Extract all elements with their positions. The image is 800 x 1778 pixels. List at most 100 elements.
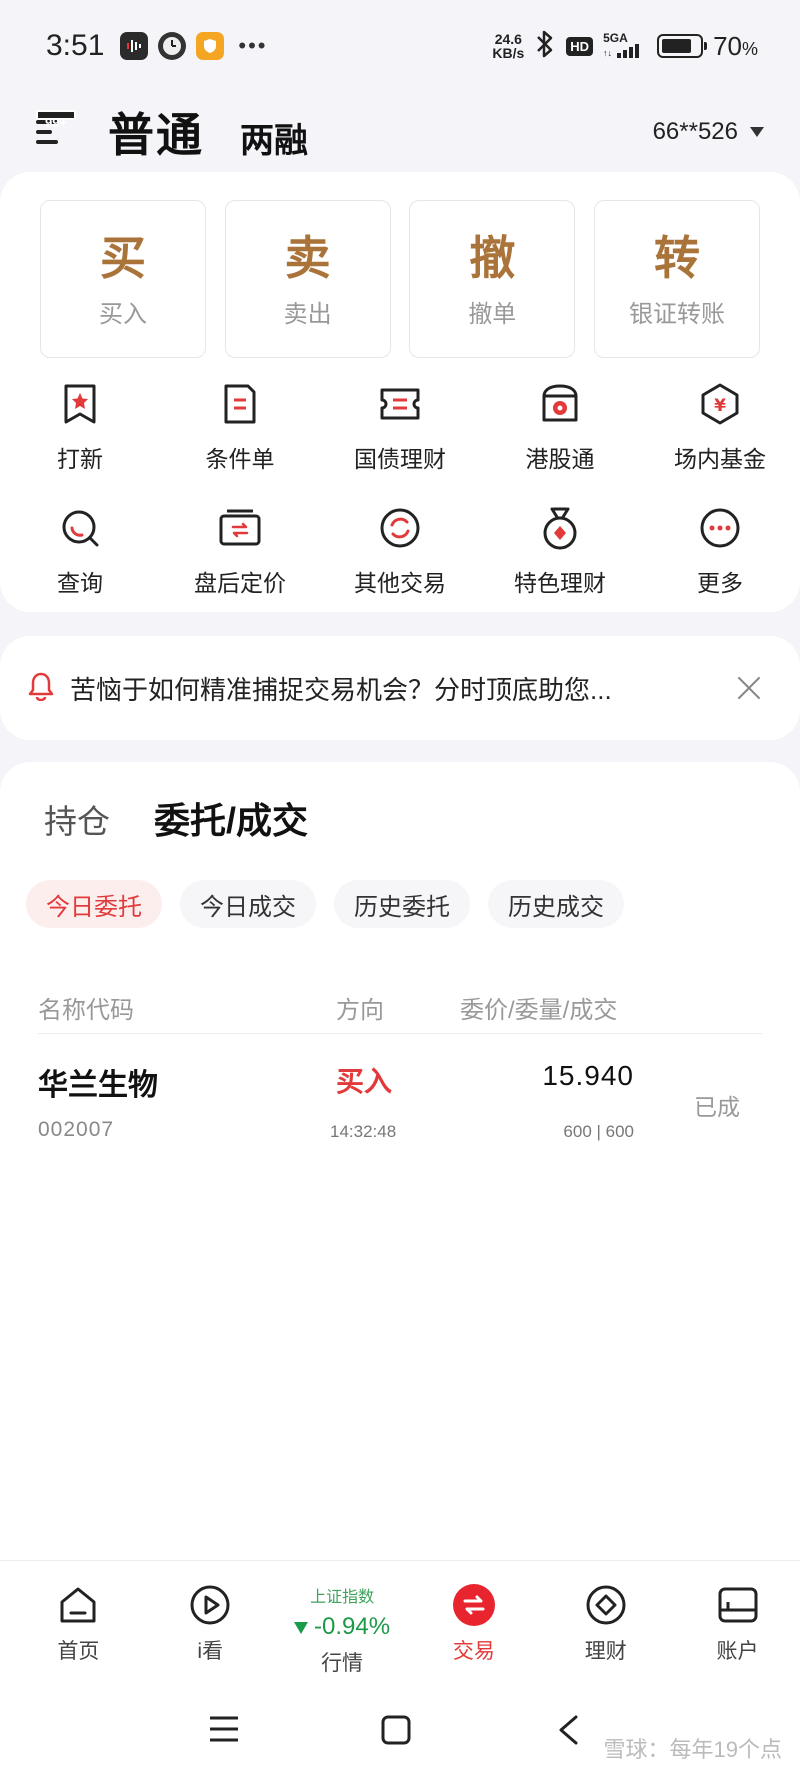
shield-app-icon <box>196 32 225 60</box>
table-row[interactable]: 华兰生物 002007 买入 14:32:48 15.940 600 | 600… <box>38 1052 762 1162</box>
bell-icon <box>28 671 54 706</box>
nav-account[interactable]: 账户 <box>675 1561 800 1680</box>
grid-label: 查询 <box>57 570 103 596</box>
stock-code: 002007 <box>38 1118 115 1141</box>
wealth-icon <box>582 1581 630 1629</box>
tab-normal[interactable]: 普通 <box>108 99 204 165</box>
signal-indicator: 5GA ↑↓ <box>603 32 647 60</box>
grid-item-after-hours[interactable]: 盘后定价 <box>160 504 320 598</box>
conditional-order-icon <box>216 380 264 428</box>
tab-orders-trades[interactable]: 委托/成交 <box>154 792 308 844</box>
grid-item-fund[interactable]: ¥ 场内基金 <box>640 380 800 474</box>
chip-today-trades[interactable]: 今日成交 <box>180 880 316 928</box>
grid-item-featured-wealth[interactable]: 特色理财 <box>480 504 640 598</box>
back-icon[interactable] <box>556 1714 580 1751</box>
ipo-icon <box>56 380 104 428</box>
sell-label: 卖出 <box>283 300 332 328</box>
battery-fill <box>662 39 692 53</box>
home-button-icon[interactable] <box>380 1714 412 1751</box>
grid-item-ipo[interactable]: 打新 <box>0 380 160 474</box>
system-navigation-bar: 雪球：每年19个点 <box>0 1680 800 1778</box>
bottom-nav: 首页 i看 上证指数 -0.94% 行情 交易 理财 账户 <box>0 1560 800 1680</box>
order-status: 已成 <box>694 1094 740 1120</box>
notice-banner[interactable]: 苦恼于如何精准捕捉交易机会？分时顶底助您... <box>0 636 800 740</box>
grid-label: 其他交易 <box>354 570 446 596</box>
order-direction: 买入 <box>336 1066 393 1097</box>
signal-bars-icon: ↑↓ <box>603 44 640 58</box>
chip-history-trades[interactable]: 历史成交 <box>488 880 624 928</box>
svg-text:¥: ¥ <box>714 396 726 416</box>
chip-today-orders[interactable]: 今日委托 <box>26 880 162 928</box>
bank-transfer-button[interactable]: 转 银证转账 <box>593 200 760 358</box>
sell-char: 卖 <box>284 231 331 284</box>
bluetooth-icon <box>534 29 556 64</box>
nav-watch[interactable]: i看 <box>148 1561 273 1680</box>
grid-label: 打新 <box>57 446 103 472</box>
grid-label: 特色理财 <box>514 570 606 596</box>
grid-item-conditional[interactable]: 条件单 <box>160 380 320 474</box>
order-filter-chips: 今日委托 今日成交 历史委托 历史成交 <box>26 880 624 928</box>
svg-text:↑↓: ↑↓ <box>603 48 612 58</box>
order-price: 15.940 <box>542 1060 634 1091</box>
nav-label: 理财 <box>584 1640 627 1663</box>
account-selector[interactable]: 66**526 <box>653 118 764 146</box>
net-speed-value: 24.6 <box>494 31 522 47</box>
account-number: 66**526 <box>652 118 738 145</box>
nav-label: 交易 <box>452 1640 495 1663</box>
battery-icon <box>657 34 708 58</box>
query-icon <box>56 504 104 552</box>
menu-button[interactable]: 99+ <box>36 110 77 152</box>
down-arrow-icon <box>294 1621 309 1634</box>
more-notifications-icon: ••• <box>238 33 268 58</box>
featured-wealth-icon <box>536 504 584 552</box>
grid-item-hk-connect[interactable]: 港股通 <box>480 380 640 474</box>
cancel-order-button[interactable]: 撤 撤单 <box>409 200 576 358</box>
nav-label: 行情 <box>321 1652 364 1675</box>
order-quantity: 600 | 600 <box>563 1122 634 1141</box>
grid-item-more[interactable]: 更多 <box>640 504 800 598</box>
transfer-char: 转 <box>653 231 700 284</box>
fund-icon: ¥ <box>696 380 744 428</box>
buy-label: 买入 <box>99 300 147 328</box>
net-speed-unit: KB/s <box>492 45 525 61</box>
col-price-qty: 委价/委量/成交 <box>460 997 618 1024</box>
watermark: 雪球：每年19个点 <box>603 1737 782 1762</box>
grid-label: 盘后定价 <box>194 570 286 596</box>
voice-recorder-app-icon <box>120 32 149 60</box>
network-type: 5GA <box>603 31 628 45</box>
trade-actions-card: 买 买入 卖 卖出 撤 撤单 转 银证转账 打新 条件单 国债理财 港股通 ¥ … <box>0 172 800 612</box>
chevron-down-icon <box>750 127 764 137</box>
after-hours-icon <box>216 504 264 552</box>
grid-item-query[interactable]: 查询 <box>0 504 160 598</box>
stock-name: 华兰生物 <box>38 1069 158 1102</box>
home-icon <box>54 1581 102 1629</box>
close-icon[interactable] <box>732 671 766 705</box>
index-name: 上证指数 <box>310 1589 375 1606</box>
nav-wealth[interactable]: 理财 <box>543 1561 668 1680</box>
battery-unit: % <box>741 38 758 59</box>
battery-value: 70 <box>713 30 742 61</box>
recent-apps-icon[interactable] <box>208 1714 240 1749</box>
col-direction: 方向 <box>336 997 384 1024</box>
clock-app-icon <box>158 32 187 60</box>
nav-trade[interactable]: 交易 <box>411 1561 536 1680</box>
header: 99+ 普通 两融 66**526 <box>0 92 800 172</box>
grid-item-treasury[interactable]: 国债理财 <box>320 380 480 474</box>
orders-section: 持仓 委托/成交 今日委托 今日成交 历史委托 历史成交 名称代码 方向 委价/… <box>0 762 800 1562</box>
nav-home[interactable]: 首页 <box>16 1561 141 1680</box>
cancel-char: 撤 <box>469 231 516 284</box>
treasury-icon <box>376 380 424 428</box>
buy-button[interactable]: 买 买入 <box>40 200 206 358</box>
network-speed: 24.6 KB/s <box>492 32 524 60</box>
tab-margin[interactable]: 两融 <box>240 113 308 162</box>
status-time: 3:51 <box>46 29 105 62</box>
more-icon <box>696 504 744 552</box>
nav-market[interactable]: 上证指数 -0.94% 行情 <box>280 1561 405 1680</box>
chip-history-orders[interactable]: 历史委托 <box>334 880 470 928</box>
status-bar: 3:51 ••• 24.6 KB/s HD 5GA ↑↓ 70% <box>0 0 800 92</box>
grid-item-other-trade[interactable]: 其他交易 <box>320 504 480 598</box>
notice-text: 苦恼于如何精准捕捉交易机会？分时顶底助您... <box>70 674 612 705</box>
sell-button[interactable]: 卖 卖出 <box>224 200 391 358</box>
index-change-value: -0.94% <box>314 1613 391 1640</box>
tab-positions[interactable]: 持仓 <box>44 795 110 843</box>
